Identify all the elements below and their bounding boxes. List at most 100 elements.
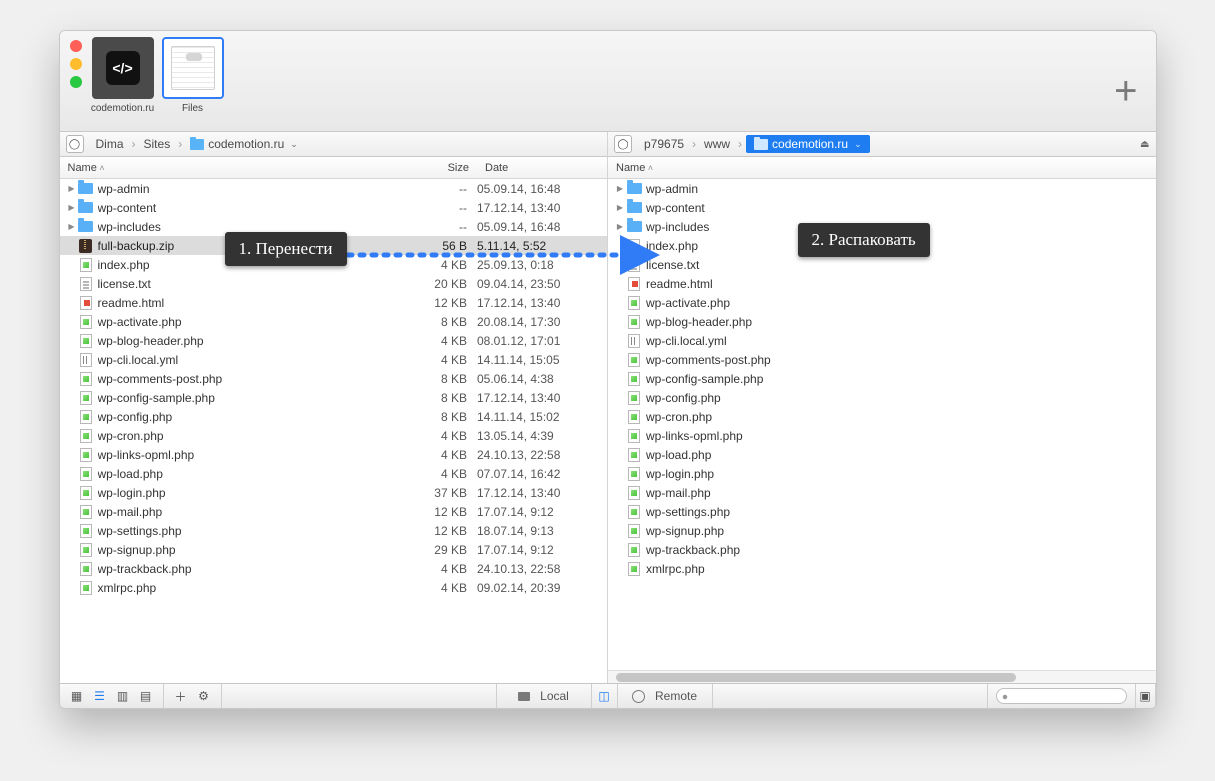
file-size: 8 KB	[402, 315, 477, 329]
file-row[interactable]: wp-settings.php12 KB18.07.14, 9:13	[60, 521, 608, 540]
file-row[interactable]: wp-activate.php8 KB20.08.14, 17:30	[60, 312, 608, 331]
file-row[interactable]: wp-cli.local.yml4 KB14.11.14, 15:05	[60, 350, 608, 369]
file-row[interactable]: wp-load.php	[608, 445, 1156, 464]
disclosure-triangle[interactable]: ▶	[614, 184, 626, 193]
file-date: 13.05.14, 4:39	[477, 429, 607, 443]
dual-pane-toggle[interactable]: ◫	[592, 684, 618, 708]
file-row[interactable]: license.txt	[608, 255, 1156, 274]
file-row[interactable]: wp-settings.php	[608, 502, 1156, 521]
gear-icon[interactable]: ⚙︎	[195, 689, 213, 704]
file-row[interactable]: wp-blog-header.php	[608, 312, 1156, 331]
col-name[interactable]: Name	[60, 162, 403, 174]
file-row[interactable]: wp-mail.php	[608, 483, 1156, 502]
file-row[interactable]: license.txt20 KB09.04.14, 23:50	[60, 274, 608, 293]
file-row[interactable]: wp-config-sample.php8 KB17.12.14, 13:40	[60, 388, 608, 407]
file-row[interactable]: wp-cron.php	[608, 407, 1156, 426]
view-cover[interactable]: ▤	[137, 689, 155, 704]
search-input[interactable]	[996, 688, 1127, 704]
file-row[interactable]: xmlrpc.php4 KB09.02.14, 20:39	[60, 578, 608, 597]
file-row[interactable]: wp-cli.local.yml	[608, 331, 1156, 350]
file-row[interactable]: wp-config.php8 KB14.11.14, 15:02	[60, 407, 608, 426]
file-row[interactable]: index.php	[608, 236, 1156, 255]
file-name: wp-mail.php	[98, 505, 403, 519]
file-row[interactable]: wp-login.php	[608, 464, 1156, 483]
inspector-toggle[interactable]: ▣	[1136, 684, 1156, 708]
file-row[interactable]: wp-comments-post.php	[608, 350, 1156, 369]
file-row[interactable]: xmlrpc.php	[608, 559, 1156, 578]
file-row[interactable]: wp-signup.php29 KB17.07.14, 9:12	[60, 540, 608, 559]
file-row[interactable]: index.php4 KB25.09.13, 0:18	[60, 255, 608, 274]
crumb-active[interactable]: codemotion.ru⌄	[186, 135, 302, 153]
location-local[interactable]: Local	[497, 684, 592, 708]
file-row[interactable]: wp-blog-header.php4 KB08.01.12, 17:01	[60, 331, 608, 350]
nav-back-button[interactable]: ◯	[614, 135, 632, 153]
file-date: 17.12.14, 13:40	[477, 391, 607, 405]
tab-files[interactable]: Files	[162, 37, 224, 114]
file-row[interactable]: ▶wp-content--17.12.14, 13:40	[60, 198, 608, 217]
disclosure-triangle[interactable]: ▶	[66, 184, 78, 193]
col-date[interactable]: Date	[477, 162, 607, 174]
crumb[interactable]: Sites	[140, 135, 175, 153]
crumb-active[interactable]: codemotion.ru⌄	[746, 135, 870, 153]
file-size: 20 KB	[402, 277, 477, 291]
file-row[interactable]: readme.html	[608, 274, 1156, 293]
file-date: 5.11.14, 5:52	[477, 239, 607, 253]
breadcrumb: p79675 › www › codemotion.ru⌄	[640, 135, 870, 153]
view-columns[interactable]: ▥	[114, 689, 132, 704]
file-row[interactable]: wp-comments-post.php8 KB05.06.14, 4:38	[60, 369, 608, 388]
php-icon	[80, 467, 92, 481]
file-row[interactable]: ▶wp-admin--05.09.14, 16:48	[60, 179, 608, 198]
file-list-right[interactable]: ▶wp-admin▶wp-content▶wp-includesindex.ph…	[608, 179, 1156, 670]
disclosure-triangle[interactable]: ▶	[66, 222, 78, 231]
col-size[interactable]: Size	[402, 162, 477, 174]
view-icons[interactable]: ▦	[68, 689, 86, 704]
file-name: wp-blog-header.php	[646, 315, 1156, 329]
disclosure-triangle[interactable]: ▶	[614, 203, 626, 212]
tab-server[interactable]: </> codemotion.ru	[92, 37, 154, 114]
file-icon	[78, 448, 94, 462]
minimize-button[interactable]	[70, 58, 82, 70]
col-name[interactable]: Name	[608, 162, 1156, 174]
file-row[interactable]: wp-config-sample.php	[608, 369, 1156, 388]
file-row[interactable]: ▶wp-includes--05.09.14, 16:48	[60, 217, 608, 236]
file-row[interactable]: ▶wp-includes	[608, 217, 1156, 236]
file-row[interactable]: wp-links-opml.php	[608, 426, 1156, 445]
file-name: wp-cli.local.yml	[98, 353, 403, 367]
file-row[interactable]: wp-mail.php12 KB17.07.14, 9:12	[60, 502, 608, 521]
file-list-left[interactable]: ▶wp-admin--05.09.14, 16:48▶wp-content--1…	[60, 179, 608, 683]
file-date: 14.11.14, 15:05	[477, 353, 607, 367]
code-icon: </>	[106, 51, 140, 85]
file-row[interactable]: wp-links-opml.php4 KB24.10.13, 22:58	[60, 445, 608, 464]
crumb[interactable]: www	[700, 135, 734, 153]
add-button[interactable]: ＋	[172, 689, 190, 704]
add-tab-button[interactable]: +	[1114, 69, 1137, 114]
file-row[interactable]: wp-activate.php	[608, 293, 1156, 312]
crumb[interactable]: p79675	[640, 135, 688, 153]
folder-icon	[78, 183, 93, 194]
file-row[interactable]: ▶wp-content	[608, 198, 1156, 217]
disclosure-triangle[interactable]: ▶	[66, 203, 78, 212]
location-remote[interactable]: Remote	[618, 684, 713, 708]
file-row[interactable]: wp-config.php	[608, 388, 1156, 407]
file-row[interactable]: wp-load.php4 KB07.07.14, 16:42	[60, 464, 608, 483]
file-row[interactable]: readme.html12 KB17.12.14, 13:40	[60, 293, 608, 312]
file-row[interactable]: ▶wp-admin	[608, 179, 1156, 198]
zoom-button[interactable]	[70, 76, 82, 88]
nav-back-button[interactable]: ◯	[66, 135, 84, 153]
file-row[interactable]: wp-trackback.php4 KB24.10.13, 22:58	[60, 559, 608, 578]
disclosure-triangle[interactable]: ▶	[614, 222, 626, 231]
file-row[interactable]: full-backup.zip56 B5.11.14, 5:52	[60, 236, 608, 255]
file-row[interactable]: wp-cron.php4 KB13.05.14, 4:39	[60, 426, 608, 445]
crumb[interactable]: Dima	[92, 135, 128, 153]
file-icon	[78, 486, 94, 500]
file-row[interactable]: wp-trackback.php	[608, 540, 1156, 559]
folder-icon	[78, 202, 93, 213]
close-button[interactable]	[70, 40, 82, 52]
php-icon	[80, 429, 92, 443]
file-row[interactable]: wp-login.php37 KB17.12.14, 13:40	[60, 483, 608, 502]
view-list[interactable]: ☰	[91, 689, 109, 704]
file-row[interactable]: wp-signup.php	[608, 521, 1156, 540]
h-scrollbar[interactable]	[608, 670, 1156, 683]
titlebar: </> codemotion.ru Files +	[60, 31, 1156, 132]
eject-icon[interactable]: ⏏	[1140, 139, 1149, 150]
